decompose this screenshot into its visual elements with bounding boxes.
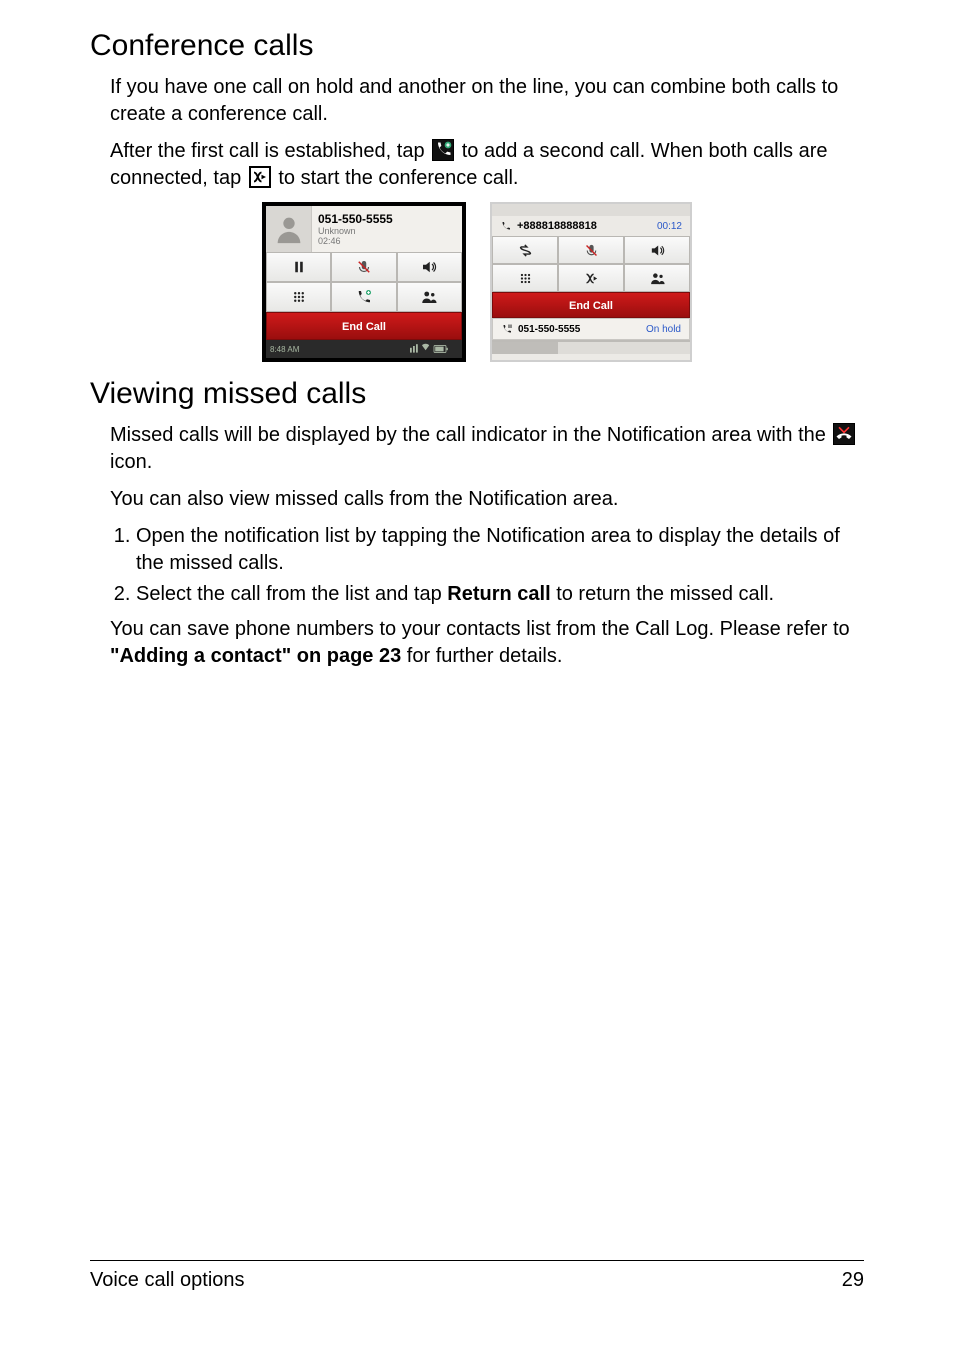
conference-intro: If you have one call on hold and another… xyxy=(110,74,864,128)
active-number: +888818888818 xyxy=(517,220,597,232)
held-number: 051-550-5555 xyxy=(518,324,580,335)
contacts-button[interactable] xyxy=(624,264,690,292)
end-call-button[interactable]: End Call xyxy=(492,292,690,318)
missed-steps-list: Open the notification list by tapping th… xyxy=(110,523,864,608)
topbar xyxy=(492,204,690,216)
active-number: 051-550-5555 xyxy=(318,212,456,226)
missed-intro: Missed calls will be displayed by the ca… xyxy=(110,422,864,476)
call-controls xyxy=(492,236,690,292)
pause-button[interactable] xyxy=(266,252,331,282)
status-bar: 8:48 AM xyxy=(266,340,462,358)
text-segment: You can save phone numbers to your conta… xyxy=(110,618,850,640)
tab-indicator xyxy=(492,340,558,354)
screenshot-conference-call: +888818888818 00:12 End Call 051-550-555… xyxy=(490,202,692,362)
contacts-button[interactable] xyxy=(397,282,462,312)
status-time: 8:48 AM xyxy=(270,345,299,354)
conference-instructions: After the first call is established, tap… xyxy=(110,138,864,192)
speaker-button[interactable] xyxy=(397,252,462,282)
page-footer: Voice call options 29 xyxy=(90,1260,864,1292)
text-segment: Missed calls will be displayed by the ca… xyxy=(110,424,831,446)
swap-calls-button[interactable] xyxy=(492,236,558,264)
call-header: 051-550-5555 Unknown 02:46 xyxy=(266,206,462,252)
status-right-icons xyxy=(410,343,458,355)
speaker-button[interactable] xyxy=(624,236,690,264)
phone-hold-icon xyxy=(501,323,513,335)
footer-rule xyxy=(90,1260,864,1261)
held-call-row[interactable]: 051-550-5555 On hold xyxy=(492,318,690,340)
heading-conference-calls: Conference calls xyxy=(90,28,864,64)
held-status: On hold xyxy=(646,324,681,335)
footer-page-number: 29 xyxy=(842,1269,864,1292)
text-segment: to return the missed call. xyxy=(551,583,774,605)
call-controls xyxy=(266,252,462,312)
dialpad-button[interactable] xyxy=(492,264,558,292)
add-call-icon xyxy=(432,139,454,161)
list-item: Open the notification list by tapping th… xyxy=(136,523,864,577)
tab-bar xyxy=(492,340,690,354)
avatar xyxy=(266,206,312,252)
caller-name: Unknown xyxy=(318,226,456,236)
phone-icon xyxy=(500,220,512,232)
footer-section-name: Voice call options xyxy=(90,1269,245,1292)
text-segment: Select the call from the list and tap xyxy=(136,583,447,605)
active-call-row: +888818888818 00:12 xyxy=(492,216,690,236)
mute-button[interactable] xyxy=(558,236,624,264)
tab-indicator xyxy=(624,340,690,354)
missed-save-note: You can save phone numbers to your conta… xyxy=(110,616,864,670)
add-call-button[interactable] xyxy=(331,282,396,312)
active-duration: 00:12 xyxy=(657,221,682,232)
missed-call-icon xyxy=(833,423,855,445)
text-segment: After the first call is established, tap xyxy=(110,140,430,162)
screenshot-single-call: 051-550-5555 Unknown 02:46 End Call 8:48… xyxy=(262,202,466,362)
end-call-button[interactable]: End Call xyxy=(266,312,462,340)
call-duration: 02:46 xyxy=(318,236,456,246)
heading-viewing-missed-calls: Viewing missed calls xyxy=(90,376,864,412)
tab-indicator xyxy=(558,340,624,354)
text-segment: to start the conference call. xyxy=(278,167,518,189)
return-call-label: Return call xyxy=(447,583,550,605)
crossref-link: "Adding a contact" on page 23 xyxy=(110,645,401,667)
dialpad-button[interactable] xyxy=(266,282,331,312)
merge-calls-icon xyxy=(249,166,271,188)
list-item: Select the call from the list and tap Re… xyxy=(136,581,864,608)
screenshots-row: 051-550-5555 Unknown 02:46 End Call 8:48… xyxy=(90,202,864,362)
merge-calls-button[interactable] xyxy=(558,264,624,292)
text-segment: icon. xyxy=(110,451,152,473)
mute-button[interactable] xyxy=(331,252,396,282)
text-segment: for further details. xyxy=(401,645,562,667)
missed-also: You can also view missed calls from the … xyxy=(110,486,864,513)
